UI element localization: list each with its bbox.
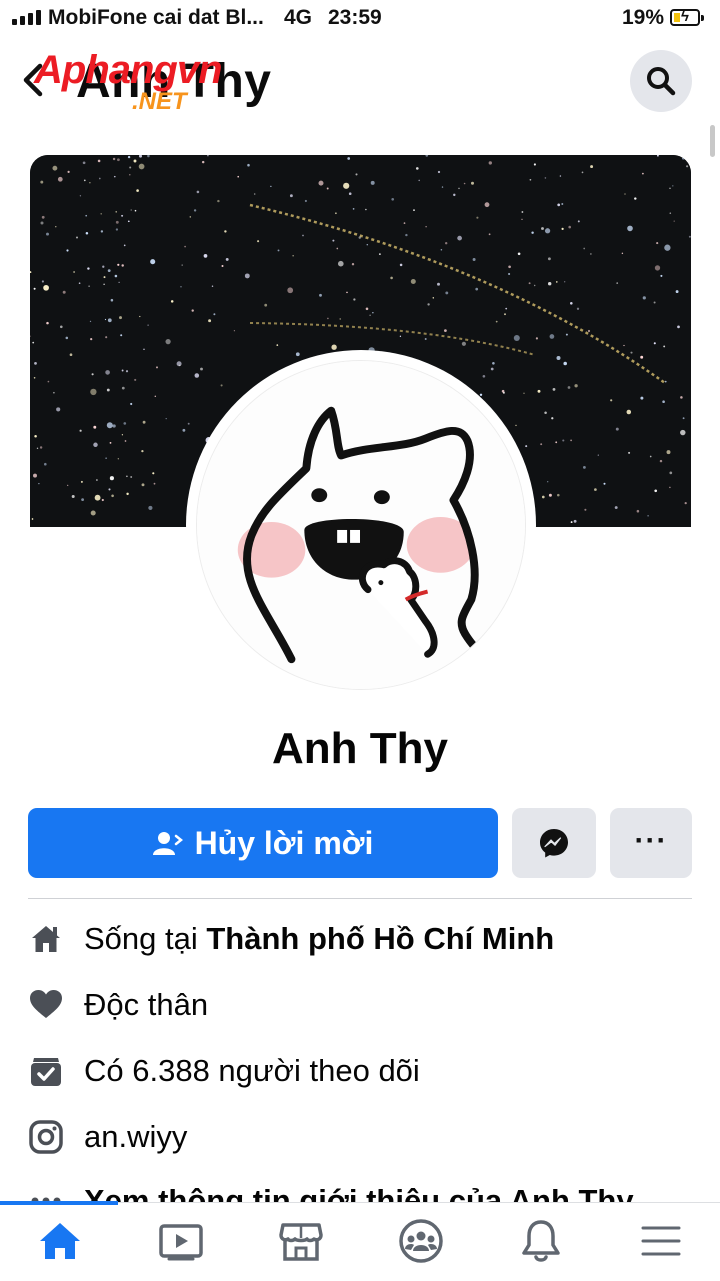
status-time: 23:59	[328, 6, 382, 29]
relationship-status: Độc thân	[84, 987, 209, 1022]
watermark-logo: Aphangvn .NET	[34, 48, 264, 128]
tab-home[interactable]	[36, 1217, 84, 1265]
info-lives-in: Sống tại Thành phố Hồ Chí Minh	[28, 914, 692, 964]
tab-groups[interactable]	[397, 1217, 445, 1265]
profile-header: Anh Thy Aphangvn .NET	[0, 40, 720, 120]
followers-count: Có 6.388 người theo dõi	[84, 1053, 420, 1088]
bottom-tab-bar	[0, 1201, 720, 1281]
tab-menu[interactable]	[637, 1217, 685, 1265]
info-relationship: Độc thân	[28, 980, 692, 1030]
signal-icon	[12, 9, 41, 25]
network-type: 4G	[284, 6, 313, 29]
menu-icon	[641, 1226, 681, 1256]
section-divider	[28, 898, 692, 899]
active-tab-indicator	[0, 1201, 118, 1205]
battery-percent: 19%	[622, 6, 665, 29]
search-button[interactable]	[630, 50, 692, 112]
home-icon	[28, 921, 64, 957]
bell-icon	[522, 1220, 560, 1262]
battery-icon: ϟ	[670, 8, 704, 26]
more-icon: ···	[634, 824, 668, 857]
lives-in-city[interactable]: Thành phố Hồ Chí Minh	[206, 921, 554, 956]
watermark-suffix: .NET	[132, 88, 187, 115]
more-options-button[interactable]: ···	[610, 808, 692, 878]
person-cancel-icon	[152, 832, 183, 855]
home-icon	[40, 1223, 80, 1259]
profile-avatar[interactable]	[186, 350, 536, 700]
profile-name: Anh Thy	[272, 724, 448, 773]
cartoon-cat-image	[197, 361, 525, 689]
profile-actions: Hủy lời mời ···	[28, 808, 692, 878]
lives-in-prefix: Sống tại	[84, 921, 207, 956]
search-icon	[647, 67, 676, 96]
info-followers[interactable]: Có 6.388 người theo dõi	[28, 1046, 692, 1096]
status-bar: MobiFone cai dat Bl... 4G 23:59 19% ϟ	[0, 0, 720, 38]
instagram-handle: an.wiyy	[84, 1119, 188, 1154]
cancel-request-button[interactable]: Hủy lời mời	[28, 808, 498, 878]
tab-notifications[interactable]	[517, 1217, 565, 1265]
heart-icon	[28, 987, 64, 1023]
info-instagram[interactable]: an.wiyy	[28, 1112, 692, 1162]
video-icon	[159, 1224, 203, 1261]
scrollbar[interactable]	[710, 125, 715, 157]
tab-marketplace[interactable]	[277, 1217, 325, 1265]
carrier-name: MobiFone cai dat Bl...	[48, 6, 264, 29]
followers-icon	[28, 1053, 64, 1089]
tab-watch[interactable]	[157, 1217, 205, 1265]
groups-icon	[399, 1219, 443, 1263]
watermark-text: Aphangvn	[34, 48, 223, 92]
avatar-image	[196, 360, 526, 690]
message-button[interactable]	[512, 808, 596, 878]
instagram-icon	[28, 1119, 64, 1155]
cancel-request-label: Hủy lời mời	[194, 824, 374, 861]
messenger-icon	[540, 829, 568, 858]
store-icon	[279, 1223, 323, 1261]
